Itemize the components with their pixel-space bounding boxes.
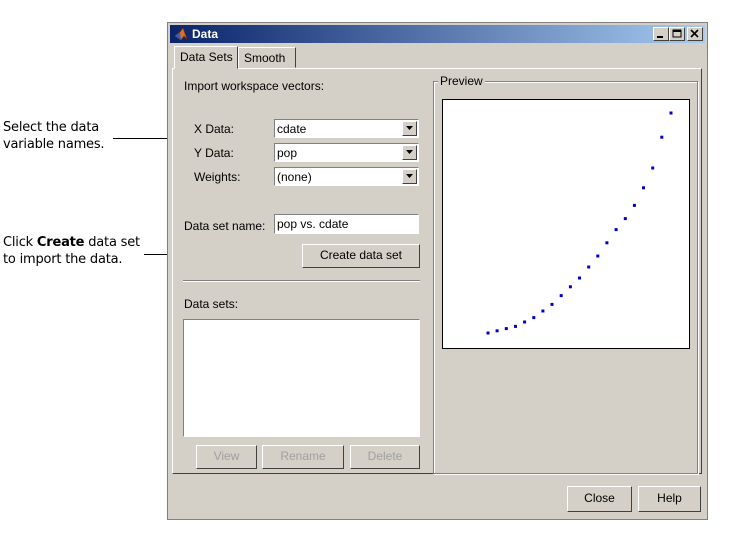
data-point [614,228,618,232]
y-data-dropdown-button[interactable] [402,145,417,160]
data-sets-panel: Import workspace vectors: X Data: cdate … [172,68,702,474]
data-point [486,331,490,335]
view-button[interactable]: View [196,445,257,469]
tab-smooth-label: Smooth [244,51,286,65]
data-point [642,186,645,190]
create-data-set-button[interactable]: Create data set [302,244,420,268]
preview-scatter [486,111,673,335]
import-heading: Import workspace vectors: [184,79,325,93]
chevron-down-icon [406,150,413,154]
data-point [559,294,563,298]
window-title: Data [192,27,219,41]
data-point [596,254,600,258]
data-point [532,316,536,320]
chevron-down-icon [406,126,413,130]
data-point [495,329,499,333]
data-point [632,203,636,207]
weights-value: (none) [277,170,312,184]
close-window-button[interactable] [687,27,703,41]
tab-data-sets[interactable]: Data Sets [174,46,238,69]
close-icon [690,29,699,38]
data-window: Data Data Sets Smooth Import workspace v… [167,22,708,520]
close-button[interactable]: Close [567,486,632,512]
callout-select-line2: variable names. [3,137,105,152]
x-data-value: cdate [277,122,307,136]
callout-create-line1: Click Create data set [3,235,140,250]
data-point [523,320,527,324]
help-button[interactable]: Help [638,486,701,512]
data-sets-list[interactable] [183,319,420,437]
data-set-name-field[interactable]: pop vs. cdate [274,214,419,234]
y-data-select[interactable]: pop [274,143,419,162]
callout-select: Select the data variable names. [3,119,105,153]
data-point [541,309,545,313]
maximize-button[interactable] [669,27,685,41]
data-point [514,324,517,328]
matlab-logo-icon [174,27,188,41]
rename-button[interactable]: Rename [262,445,344,469]
tab-data-sets-label: Data Sets [180,50,233,64]
data-point [623,217,627,221]
preview-plot [442,99,690,349]
data-point [660,135,664,139]
preview-title: Preview [438,74,485,88]
data-point [605,241,609,245]
minimize-icon [657,36,663,38]
chevron-down-icon [406,174,413,178]
x-data-select[interactable]: cdate [274,119,419,138]
weights-select[interactable]: (none) [274,167,419,186]
tab-smooth[interactable]: Smooth [238,47,296,68]
data-point [504,327,508,331]
delete-button[interactable]: Delete [350,445,420,469]
callout-create: Click Create data set to import the data… [3,234,140,268]
callout-create-line2: to import the data. [3,252,123,267]
data-point [651,166,655,170]
weights-label: Weights: [194,170,241,184]
data-set-name-value: pop vs. cdate [277,217,349,231]
callout-select-line1: Select the data [3,120,99,135]
data-point [587,265,591,269]
maximize-icon [672,29,682,38]
separator [183,280,420,282]
y-data-value: pop [277,146,298,160]
data-point [568,285,572,289]
weights-dropdown-button[interactable] [402,169,417,184]
x-data-dropdown-button[interactable] [402,121,417,136]
data-sets-heading: Data sets: [184,297,239,311]
title-bar[interactable]: Data [170,25,705,43]
x-data-label: X Data: [194,122,235,136]
data-set-name-label: Data set name: [184,219,266,233]
data-point [550,302,554,306]
minimize-button[interactable] [653,27,669,41]
y-data-label: Y Data: [194,146,234,160]
data-point [669,111,673,115]
data-point [578,276,581,280]
